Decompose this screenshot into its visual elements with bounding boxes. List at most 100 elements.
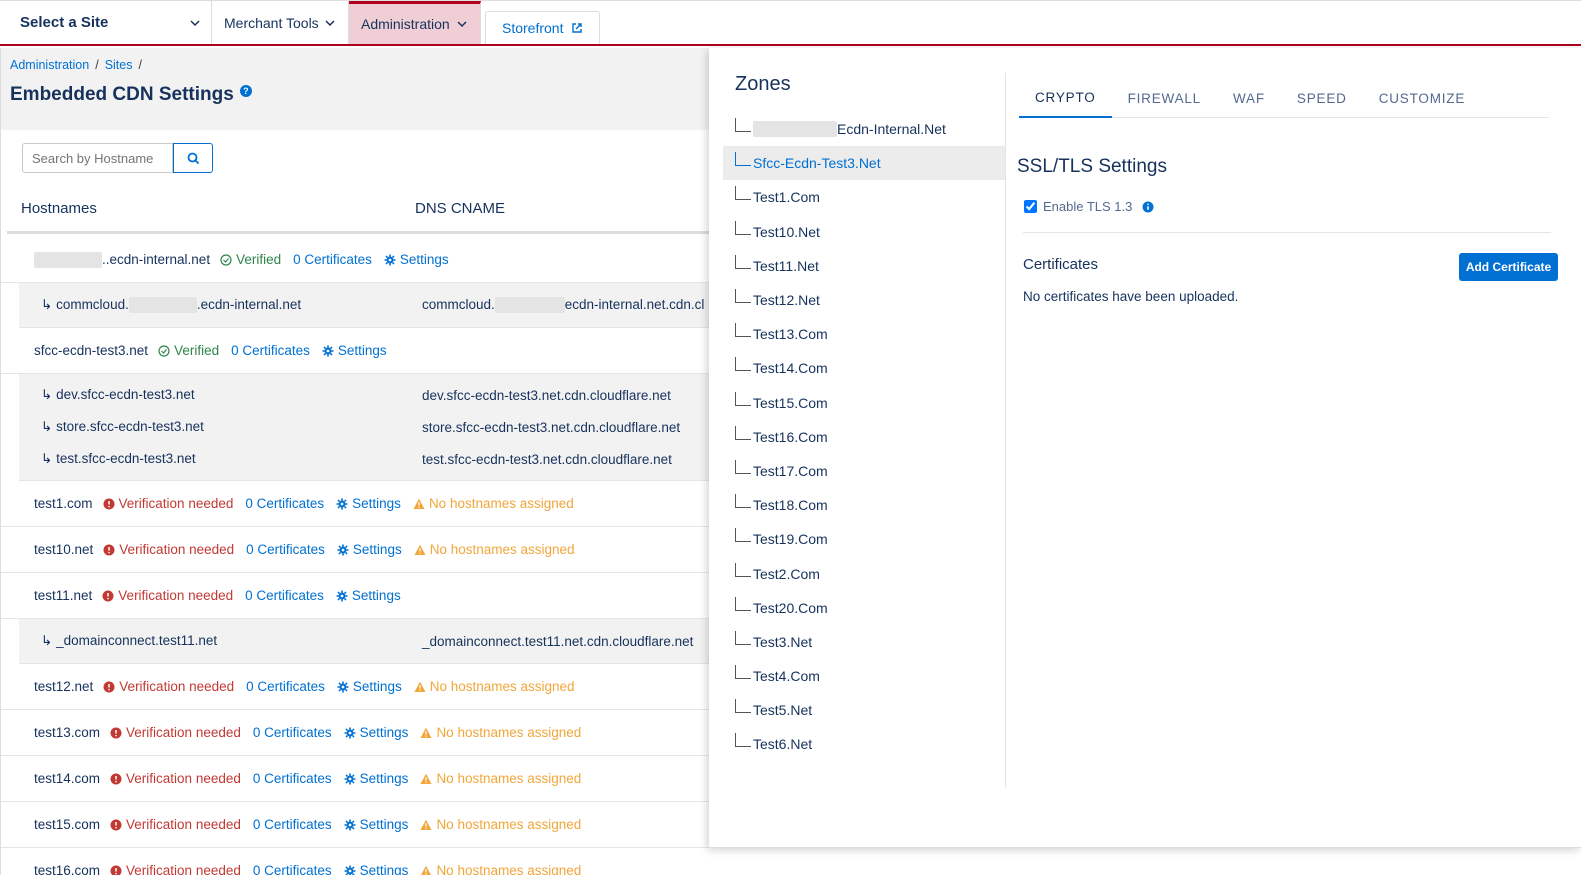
tree-branch-icon [735, 391, 751, 406]
breadcrumb-sites[interactable]: Sites [105, 58, 133, 72]
certificates-link[interactable]: 0 Certificates [246, 542, 325, 557]
administration-menu[interactable]: Administration [349, 1, 481, 44]
tree-branch-icon [735, 562, 751, 577]
search-input[interactable] [22, 143, 173, 173]
settings-label: Settings [352, 542, 402, 557]
zone-name: Ecdn-Internal.Net [837, 121, 946, 138]
tree-branch-icon [735, 152, 751, 167]
zone-settings-panel: Zones Ecdn-Internal.Net Sfcc-Ecdn-Test3.N… [709, 48, 1581, 848]
zone-item[interactable]: Sfcc-Ecdn-Test3.Net [723, 146, 1005, 181]
tree-branch-icon [735, 323, 751, 338]
certificates-link[interactable]: 0 Certificates [245, 496, 324, 511]
tab-firewall[interactable]: FIREWALL [1112, 78, 1217, 118]
certificates-link[interactable]: 0 Certificates [253, 863, 332, 875]
settings-link[interactable]: Settings [337, 542, 402, 557]
help-icon[interactable]: ? [239, 85, 252, 97]
settings-link[interactable]: Settings [336, 496, 401, 511]
zone-name: Test13.Com [753, 326, 828, 343]
search-bar [22, 143, 213, 173]
status-text: Verified [174, 343, 220, 358]
zone-item[interactable]: Test16.Com [723, 420, 1005, 454]
tree-branch-icon [735, 289, 751, 304]
zone-item[interactable]: Test20.Com [723, 591, 1005, 625]
status-badge: Verified [158, 343, 219, 358]
storefront-link[interactable]: Storefront [485, 11, 601, 44]
gear-icon [344, 773, 356, 784]
tree-branch-icon [735, 186, 751, 201]
certificates-title: Certificates [1023, 256, 1099, 273]
zone-item[interactable]: Test13.Com [723, 317, 1005, 351]
settings-link[interactable]: Settings [336, 588, 401, 603]
zone-item[interactable]: Test4.Com [723, 659, 1005, 693]
zone-item[interactable]: Test3.Net [723, 625, 1005, 659]
tab-waf[interactable]: WAF [1217, 78, 1281, 118]
merchant-tools-menu[interactable]: Merchant Tools [212, 1, 349, 44]
settings-link[interactable]: Settings [344, 771, 408, 786]
table-row: ↳ commcloud. .ecdn-internal.net commcloud… [19, 283, 720, 327]
tab-customize[interactable]: CUSTOMIZE [1363, 78, 1481, 118]
breadcrumb-administration[interactable]: Administration [10, 58, 89, 72]
table-row: test15.com Verification needed 0 Certifi… [1, 802, 720, 848]
tree-branch-icon [735, 494, 751, 509]
status-badge: Verification needed [102, 588, 233, 603]
zone-item[interactable]: Test17.Com [723, 454, 1005, 488]
zone-item[interactable]: Test12.Net [723, 283, 1005, 317]
gear-icon [337, 544, 349, 555]
certificates-link[interactable]: 0 Certificates [253, 771, 332, 786]
zone-item[interactable]: Ecdn-Internal.Net [723, 112, 1005, 146]
settings-link[interactable]: Settings [344, 725, 408, 740]
external-link-icon [572, 23, 583, 33]
zone-name: Test11.Net [753, 257, 819, 274]
settings-link[interactable]: Settings [344, 863, 408, 875]
settings-link[interactable]: Settings [322, 343, 387, 358]
status-badge: Verification needed [110, 863, 241, 875]
certificates-link[interactable]: 0 Certificates [246, 679, 325, 694]
zone-item[interactable]: Test2.Com [723, 556, 1005, 590]
certificates-link[interactable]: 0 Certificates [253, 725, 332, 740]
main-content: Administration / Sites / Embedded CDN Setti… [0, 48, 720, 875]
warning-badge: No hostnames assigned [420, 817, 581, 832]
no-certificates-message: No certificates have been uploaded. [1023, 289, 1239, 304]
status-badge: Verification needed [110, 725, 241, 740]
gear-icon [336, 590, 348, 601]
zone-item[interactable]: Test14.Com [723, 351, 1005, 385]
subdomain-hostname: ↳ test.sfcc-ecdn-test3.net [41, 451, 196, 466]
error-icon [110, 819, 122, 830]
tab-speed[interactable]: SPEED [1281, 78, 1363, 118]
subdomain-group: ↳ dev.sfcc-ecdn-test3.net dev.sfcc-ecdn-… [19, 374, 720, 481]
enable-tls-checkbox[interactable] [1024, 200, 1037, 213]
zone-item[interactable]: Test1.Com [723, 180, 1005, 214]
error-icon [103, 544, 115, 555]
zone-item[interactable]: Test6.Net [723, 727, 1005, 761]
search-button[interactable] [173, 143, 213, 173]
chevron-down-icon [190, 19, 200, 26]
info-icon[interactable] [1142, 201, 1154, 213]
warning-text: No hostnames assigned [436, 817, 582, 832]
certificates-link[interactable]: 0 Certificates [253, 817, 332, 832]
zone-item[interactable]: Test18.Com [723, 488, 1005, 522]
certificates-link[interactable]: 0 Certificates [245, 588, 324, 603]
hostname: test15.com [34, 817, 101, 832]
warning-icon [420, 819, 432, 830]
zone-name: Test12.Net [753, 292, 820, 309]
settings-link[interactable]: Settings [384, 252, 449, 267]
zone-item[interactable]: Test11.Net [723, 249, 1005, 283]
page-header: Administration / Sites / Embedded CDN Setti… [1, 48, 720, 130]
add-certificate-button[interactable]: Add Certificate [1459, 253, 1558, 281]
zone-name: Test14.Com [753, 360, 828, 377]
certificates-link[interactable]: 0 Certificates [293, 252, 372, 267]
zone-item[interactable]: Test10.Net [723, 215, 1005, 249]
check-circle-icon [220, 253, 232, 266]
gear-icon [322, 345, 334, 356]
settings-link[interactable]: Settings [337, 679, 402, 694]
column-hostnames: Hostnames [21, 200, 97, 217]
certificates-link[interactable]: 0 Certificates [231, 343, 310, 358]
zone-item[interactable]: Test5.Net [723, 693, 1005, 727]
site-selector[interactable]: Select a Site [0, 1, 212, 44]
warning-icon [414, 544, 426, 555]
zone-item[interactable]: Test15.Com [723, 386, 1005, 420]
zone-item[interactable]: Test19.Com [723, 522, 1005, 556]
tab-crypto[interactable]: CRYPTO [1019, 78, 1112, 118]
page-title: Embedded CDN Settings ? [10, 84, 711, 106]
settings-link[interactable]: Settings [344, 817, 408, 832]
